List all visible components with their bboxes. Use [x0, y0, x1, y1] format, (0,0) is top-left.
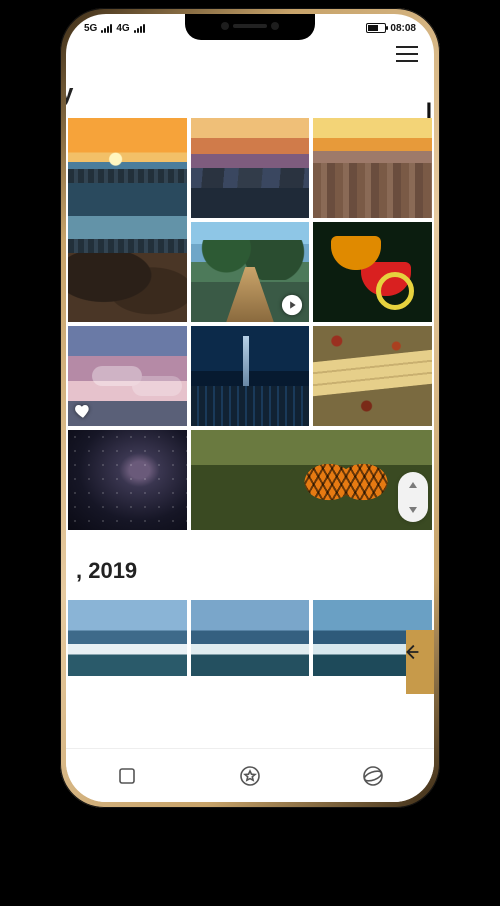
play-icon: [281, 294, 303, 316]
caret-down-icon: [408, 506, 418, 514]
photo-bamboo-autumn[interactable]: [313, 326, 432, 426]
square-icon: [115, 764, 139, 788]
nav-back-button[interactable]: [337, 756, 409, 796]
caret-up-icon: [408, 481, 418, 489]
globe-icon: [361, 764, 385, 788]
photo-pink-evening-clouds[interactable]: [68, 326, 187, 426]
favorite-stack-badge: [387, 194, 426, 212]
star-circle-icon: [238, 764, 262, 788]
photo-row-2019: [68, 600, 432, 676]
photo-sunset-city-shore[interactable]: [68, 118, 187, 322]
clock: 08:08: [390, 23, 416, 34]
arrow-left-icon: [401, 641, 423, 663]
nav-home-button[interactable]: [214, 756, 286, 796]
section-title-2019: , 2019: [68, 530, 432, 596]
status-right: 08:08: [366, 23, 416, 34]
photo-milky-way[interactable]: [68, 430, 187, 530]
fast-scroll-handle[interactable]: [398, 472, 428, 522]
gallery-content: y I: [66, 42, 434, 748]
section-title-recent: y: [66, 72, 432, 118]
status-left: 5G 4G: [84, 23, 145, 34]
notch: [185, 14, 315, 40]
nav-recent-button[interactable]: [91, 756, 163, 796]
stack-icon: [408, 194, 426, 212]
top-bar: [66, 42, 434, 72]
photo-surfing-2[interactable]: [191, 600, 310, 676]
photo-mountain-sunset[interactable]: [191, 118, 310, 218]
battery-icon: [366, 23, 386, 33]
network-label-1: 5G: [84, 23, 97, 34]
photo-city-skyline-night[interactable]: [191, 326, 310, 426]
network-label-2: 4G: [116, 23, 129, 34]
phone-frame: 5G 4G 08:08 y I: [60, 8, 440, 808]
photo-teacups-still-life[interactable]: [313, 222, 432, 322]
signal-bars-icon: [101, 23, 112, 33]
menu-icon[interactable]: [396, 46, 418, 62]
photo-monarch-butterfly[interactable]: [191, 430, 432, 530]
heart-icon: [74, 402, 92, 420]
system-nav-bar: [66, 748, 434, 802]
signal-bars-icon: [134, 23, 145, 33]
screen: 5G 4G 08:08 y I: [66, 14, 434, 802]
photo-boardwalk-trees[interactable]: [191, 222, 310, 322]
photo-surfing-1[interactable]: [68, 600, 187, 676]
photo-coastal-town-sunset[interactable]: [313, 118, 432, 218]
back-button[interactable]: [396, 636, 428, 668]
heart-icon: [387, 194, 405, 212]
photo-grid: [68, 118, 432, 530]
gallery[interactable]: y I: [66, 72, 434, 676]
